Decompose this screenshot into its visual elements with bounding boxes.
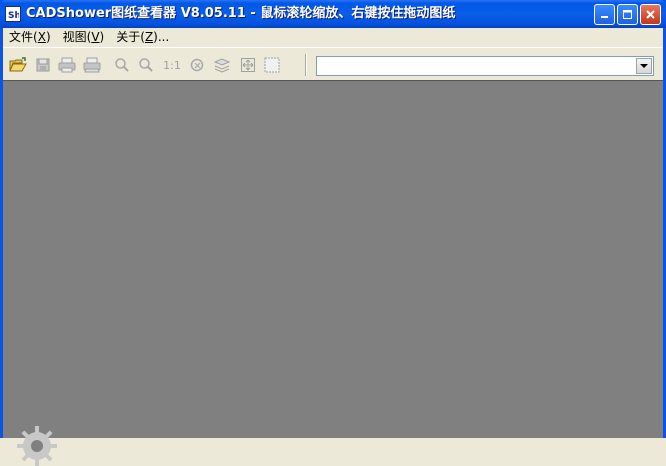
save-button[interactable]	[34, 56, 52, 74]
menu-view-label: 视图	[62, 30, 87, 44]
title-bar[interactable]: Sh CADShower图纸查看器 V8.05.11 - 鼠标滚轮缩放、右键按住…	[0, 0, 666, 28]
save-disk-icon	[36, 58, 50, 72]
close-icon	[646, 10, 655, 19]
minimize-icon	[601, 16, 608, 18]
rotate-icon	[190, 58, 204, 72]
print-preview-button[interactable]	[83, 56, 101, 74]
close-button[interactable]	[640, 4, 661, 25]
toolbar: 1:1	[3, 47, 663, 80]
menu-about-label: 关于	[116, 30, 141, 44]
layers-button[interactable]	[213, 56, 231, 74]
chevron-down-icon	[640, 64, 648, 68]
menu-view[interactable]: 视图(V)	[57, 28, 111, 47]
menu-file-hotkey: X	[37, 30, 46, 44]
maximize-icon	[623, 10, 632, 19]
toolbar-separator	[305, 54, 307, 76]
open-file-button[interactable]	[9, 56, 27, 74]
gear-icon	[17, 426, 57, 466]
zoom-out-button[interactable]	[137, 56, 155, 74]
menu-about-ellipsis: ...	[157, 30, 170, 44]
print-button[interactable]	[58, 56, 76, 74]
maximize-button[interactable]	[617, 4, 638, 25]
combo-dropdown-button[interactable]	[636, 58, 652, 74]
open-folder-icon	[9, 57, 27, 72]
actual-size-label: 1:1	[163, 58, 181, 72]
zoom-in-button[interactable]	[113, 56, 131, 74]
menu-about[interactable]: 关于(Z)...	[110, 28, 175, 47]
menu-about-hotkey: Z	[144, 30, 154, 44]
menu-file-label: 文件	[9, 30, 34, 44]
printer-icon	[58, 57, 76, 73]
print-preview-icon	[83, 57, 101, 73]
app-logo-icon[interactable]: Sh	[5, 6, 21, 22]
minimize-button[interactable]	[594, 4, 615, 25]
fit-window-icon	[241, 58, 255, 72]
window-title: CADShower图纸查看器 V8.05.11 - 鼠标滚轮缩放、右键按住拖动图…	[26, 6, 456, 21]
drawing-canvas[interactable]	[3, 80, 663, 466]
window-select-button[interactable]	[263, 56, 281, 74]
zoom-in-icon	[115, 58, 129, 72]
actual-size-button[interactable]: 1:1	[161, 56, 183, 74]
rotate-button[interactable]	[189, 56, 207, 74]
fit-window-button[interactable]	[239, 56, 257, 74]
app-window: Sh CADShower图纸查看器 V8.05.11 - 鼠标滚轮缩放、右键按住…	[0, 0, 666, 466]
window-select-icon	[264, 57, 280, 73]
file-combo[interactable]	[316, 56, 654, 76]
menu-view-hotkey: V	[91, 30, 100, 44]
zoom-out-icon	[139, 58, 153, 72]
menu-bar: 文件(X) 视图(V) 关于(Z)...	[3, 28, 663, 47]
menu-file[interactable]: 文件(X)	[3, 28, 57, 47]
layers-icon	[213, 58, 231, 73]
svg-text:Sh: Sh	[8, 11, 19, 20]
